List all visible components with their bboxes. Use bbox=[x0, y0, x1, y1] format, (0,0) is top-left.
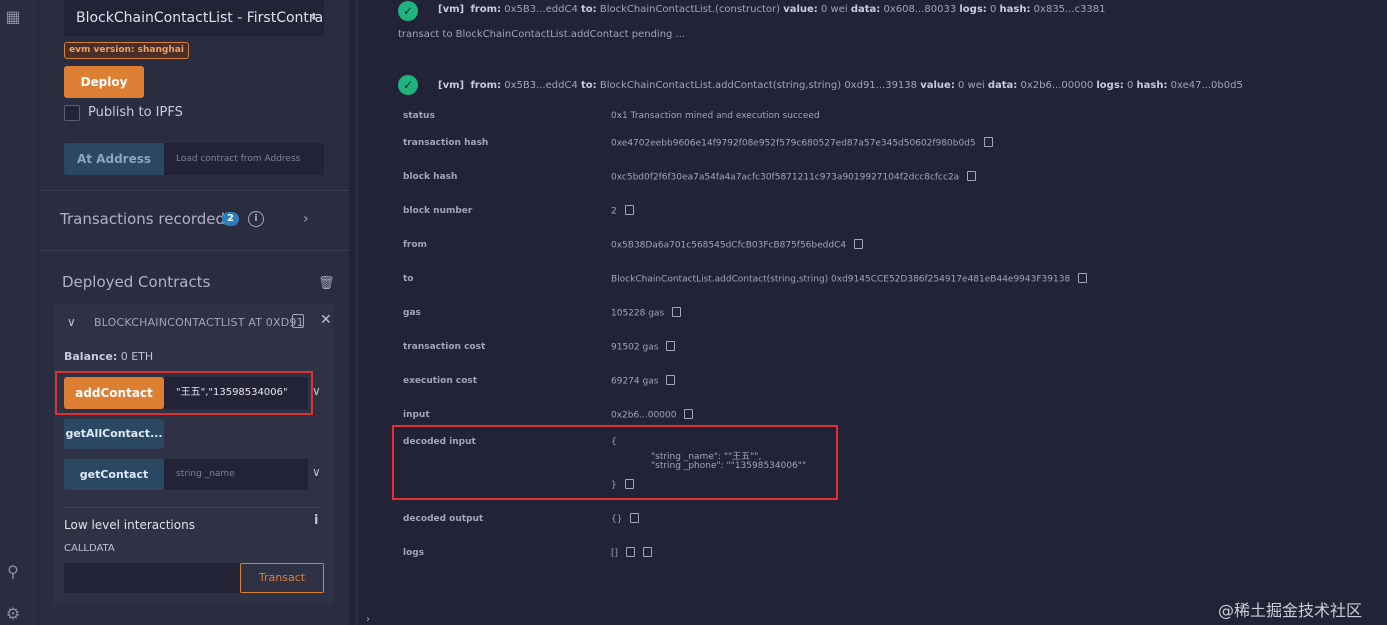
row-value-block-hash: 0xc5bd0f2f6f30ea7a54fa4a7acfc30f5871211c… bbox=[611, 171, 977, 183]
calldata-label: CALLDATA bbox=[64, 543, 115, 554]
contract-select[interactable]: BlockChainContactList - FirstContractLis… bbox=[64, 0, 324, 36]
publish-ipfs-label: Publish to IPFS bbox=[88, 105, 183, 120]
transactions-recorded-label[interactable]: Transactions recorded bbox=[60, 210, 225, 228]
chevron-down-icon[interactable]: ∨ bbox=[312, 465, 321, 479]
info-icon[interactable]: i bbox=[248, 211, 264, 227]
chevron-right-icon[interactable]: › bbox=[366, 614, 370, 625]
row-value-block-number: 2 bbox=[611, 205, 634, 217]
row-label-decoded-input: decoded input bbox=[403, 437, 476, 447]
check-circle-icon: ✓ bbox=[398, 75, 418, 95]
icon-sidebar: ▦ ⚲ ⚙ bbox=[0, 0, 39, 625]
divider bbox=[39, 250, 349, 251]
contract-select-value: BlockChainContactList - FirstContractLis… bbox=[76, 10, 324, 26]
low-level-interactions-label: Low level interactions bbox=[64, 518, 195, 532]
chevron-down-icon[interactable]: ∨ bbox=[312, 384, 321, 398]
get-contact-button[interactable]: getContact bbox=[64, 459, 164, 490]
divider bbox=[39, 190, 349, 191]
balance: Balance: 0 ETH bbox=[64, 350, 153, 363]
row-label-from: from bbox=[403, 240, 427, 250]
log-line-addcontact[interactable]: [vm] from: 0x5B3...eddC4 to: BlockChainC… bbox=[438, 80, 1243, 91]
copy-icon[interactable] bbox=[666, 341, 676, 351]
decoded-input-open: { bbox=[611, 437, 617, 447]
deployed-contract-card bbox=[54, 303, 334, 605]
watermark: @稀土掘金技术社区 bbox=[1218, 601, 1363, 620]
deployed-contracts-label: Deployed Contracts bbox=[62, 273, 211, 291]
log-line-constructor[interactable]: [vm] from: 0x5B3...eddC4 to: BlockChainC… bbox=[438, 4, 1106, 15]
add-contact-button[interactable]: addContact bbox=[64, 377, 164, 409]
get-all-contacts-button[interactable]: getAllContact... bbox=[64, 419, 164, 449]
calldata-input[interactable] bbox=[64, 563, 240, 593]
decoded-input-close: } bbox=[611, 479, 634, 491]
evm-version-badge: evm version: shanghai bbox=[64, 42, 189, 59]
decoded-input-phone: "string _phone": ""13598534006"" bbox=[651, 461, 807, 471]
gear-icon[interactable]: ⚙ bbox=[4, 605, 22, 623]
copy-icon[interactable] bbox=[630, 513, 640, 523]
balance-label: Balance: bbox=[64, 350, 118, 363]
publish-ipfs-checkbox[interactable] bbox=[64, 105, 80, 121]
row-value-transaction-hash: 0xe4702eebb9606e14f9792f08e952f579c68052… bbox=[611, 137, 993, 149]
get-contact-input[interactable]: string _name bbox=[164, 459, 308, 490]
copy-icon[interactable] bbox=[626, 547, 636, 557]
plugin-manager-icon[interactable]: ▦ bbox=[4, 8, 22, 26]
row-value-decoded-output: {} bbox=[611, 513, 640, 525]
terminal bbox=[358, 0, 1387, 625]
deploy-button[interactable]: Deploy bbox=[64, 66, 144, 98]
plug-icon[interactable]: ⚲ bbox=[4, 563, 22, 581]
copy-icon[interactable] bbox=[624, 479, 634, 489]
row-label-block-number: block number bbox=[403, 206, 473, 216]
contract-instance-name[interactable]: BLOCKCHAINCONTACTLIST AT 0XD91 bbox=[94, 316, 304, 329]
row-value-to: BlockChainContactList.addContact(string,… bbox=[611, 273, 1088, 285]
copy-icon[interactable] bbox=[684, 409, 694, 419]
row-value-execution-cost: 69274 gas bbox=[611, 375, 676, 387]
row-label-gas: gas bbox=[403, 308, 421, 318]
row-label-status: status bbox=[403, 111, 435, 121]
info-icon[interactable]: i bbox=[314, 513, 318, 528]
balance-value: 0 ETH bbox=[120, 350, 154, 363]
copy-icon[interactable] bbox=[666, 375, 676, 385]
pending-line: transact to BlockChainContactList.addCon… bbox=[398, 29, 686, 40]
row-value-status: 0x1 Transaction mined and execution succ… bbox=[611, 111, 820, 121]
check-circle-icon: ✓ bbox=[398, 1, 418, 21]
row-label-input: input bbox=[403, 410, 430, 420]
copy-icon[interactable] bbox=[854, 239, 864, 249]
row-value-gas: 105228 gas bbox=[611, 307, 682, 319]
transact-button[interactable]: Transact bbox=[240, 563, 324, 593]
select-arrows-icon: ⬍ bbox=[309, 12, 318, 23]
copy-icon[interactable] bbox=[672, 307, 682, 317]
close-icon[interactable]: ✕ bbox=[320, 312, 332, 328]
trash-icon[interactable]: 🗑 bbox=[318, 276, 335, 291]
transactions-count-badge: 2 bbox=[222, 212, 239, 226]
row-value-input: 0x2b6...00000 bbox=[611, 409, 694, 421]
copy-icon[interactable] bbox=[624, 205, 634, 215]
copy-icon[interactable] bbox=[643, 547, 653, 557]
row-label-block-hash: block hash bbox=[403, 172, 458, 182]
row-label-logs: logs bbox=[403, 548, 425, 558]
row-value-from: 0x5B38Da6a701c568545dCfcB03FcB875f56bedd… bbox=[611, 239, 864, 251]
chevron-down-icon[interactable]: ∨ bbox=[67, 315, 76, 329]
load-address-input[interactable]: Load contract from Address bbox=[164, 143, 324, 175]
add-contact-input[interactable]: "王五","13598534006" bbox=[164, 377, 308, 409]
chevron-right-icon[interactable]: › bbox=[303, 211, 309, 227]
row-label-transaction-cost: transaction cost bbox=[403, 342, 486, 352]
copy-icon[interactable] bbox=[292, 314, 304, 328]
panel-splitter[interactable] bbox=[349, 0, 356, 625]
copy-icon[interactable] bbox=[1078, 273, 1088, 283]
copy-icon[interactable] bbox=[967, 171, 977, 181]
divider bbox=[64, 507, 322, 508]
row-label-decoded-output: decoded output bbox=[403, 514, 484, 524]
row-value-logs: [] bbox=[611, 547, 653, 559]
row-label-execution-cost: execution cost bbox=[403, 376, 478, 386]
row-label-transaction-hash: transaction hash bbox=[403, 138, 489, 148]
at-address-button[interactable]: At Address bbox=[64, 143, 164, 175]
row-value-transaction-cost: 91502 gas bbox=[611, 341, 676, 353]
copy-icon[interactable] bbox=[983, 137, 993, 147]
row-label-to: to bbox=[403, 274, 414, 284]
